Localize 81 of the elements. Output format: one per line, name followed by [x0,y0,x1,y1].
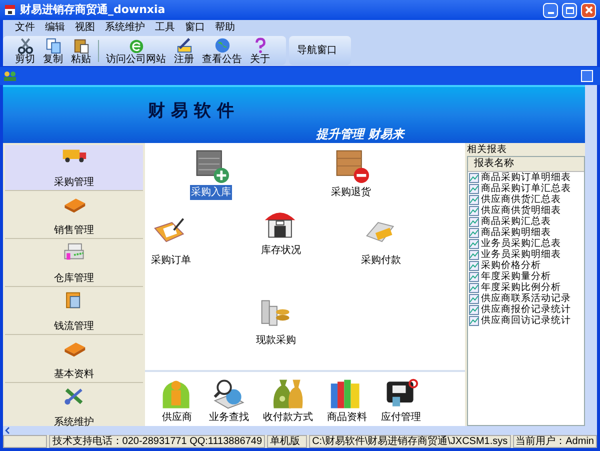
toolbar-button[interactable]: 注册 [170,36,198,64]
workspace-shortcut[interactable]: 采购付款 [360,215,402,268]
close-button[interactable] [581,2,596,18]
toolbar-button[interactable]: 剪切 [11,36,39,64]
clipboard-icon [72,36,90,54]
workspace-shortcut[interactable]: 采购订单 [150,215,192,268]
shortcut-button[interactable]: 收付款方式 [263,376,313,423]
status-text: 技术支持电话：020-28931771 QQ:1113886749 [49,435,266,448]
chart-icon [469,272,479,282]
toolbar-button[interactable]: 查看公告 [198,36,246,64]
window-title: 财易进销存商贸通_downxia [20,2,166,18]
menu-item[interactable]: 视图 [75,20,95,34]
menu-item[interactable]: 编辑 [45,20,65,34]
chart-icon [469,228,479,238]
report-item[interactable]: 商品采购订单汇总表 [468,183,584,194]
chart-icon [469,172,479,182]
minimize-button[interactable] [581,70,593,82]
chart-icon [469,294,479,304]
report-item[interactable]: 供应商供货汇总表 [468,194,584,205]
menu-item[interactable]: 工具 [155,20,175,34]
report-item[interactable]: 供应商联系活动记录 [468,293,584,304]
report-item[interactable]: 采购价格分析 [468,260,584,271]
shortcut-button[interactable]: 业务查找 [209,376,249,423]
app-icon [4,4,16,16]
shortcut-button[interactable]: 供应商 [159,376,195,423]
sidebar-item[interactable]: 钱流管理 [5,289,143,335]
scissors-icon [16,36,34,54]
report-item[interactable]: 供应商供货明细表 [468,205,584,216]
report-item[interactable]: 业务员采购明细表 [468,249,584,260]
column-header: 报表名称 [468,157,584,172]
report-item[interactable]: 业务员采购汇总表 [468,238,584,249]
report-item[interactable]: 商品采购明细表 [468,227,584,238]
chart-icon [469,216,479,226]
chart-icon [469,304,479,314]
nav-window-button[interactable]: 导航窗口 [297,43,337,58]
workspace-shortcut[interactable]: 现款采购 [255,295,297,348]
chart-icon [469,184,479,194]
menu-item[interactable]: 窗口 [185,20,205,34]
sidebar-item[interactable]: 采购管理 [5,145,143,191]
toolbar-button[interactable]: 访问公司网站 [102,36,170,64]
shortcut-button[interactable]: 商品资料 [327,376,367,423]
workspace-shortcut[interactable]: 采购退货 [330,147,372,200]
report-item[interactable]: 商品采购订单明细表 [468,172,584,183]
chart-icon [469,250,479,260]
workspace-shortcut[interactable]: 库存状况 [260,205,302,258]
banner-slogan: 提升管理 财易来 [316,126,404,143]
chart-icon [469,316,479,326]
menu-item[interactable]: 帮助 [215,20,235,34]
chart-icon [469,260,479,270]
shortcut-button[interactable]: 应付管理 [381,376,421,423]
pen-icon [176,36,192,54]
close-icon [584,6,592,14]
status-text: 当前用户：Admin [512,435,597,448]
banner-title: 财 易 软 件 [148,100,234,123]
status-panel [3,435,48,448]
chart-icon [469,194,479,204]
status-text: C:\财易软件\财易进销存商贸通\JXCSM1.sys [309,435,511,448]
toolbar-button[interactable]: 粘贴 [67,36,95,64]
report-item[interactable]: 供应商回访记录统计 [468,315,584,326]
menu-item[interactable]: 系统维护 [105,20,145,34]
globe-icon [214,36,230,54]
horizontal-scrollbar[interactable] [3,426,585,435]
people-icon [3,71,17,81]
report-item[interactable]: 供应商报价记录统计 [468,304,584,315]
workspace-shortcut[interactable]: 采购入库 [190,147,232,200]
report-item[interactable]: 年度采购比例分析 [468,282,584,293]
chart-icon [469,238,479,248]
copy-icon [44,36,62,54]
chart-icon [469,206,479,216]
reports-title: 相关报表 [466,143,508,156]
vertical-scrollbar[interactable] [585,85,597,435]
menu-item[interactable]: 文件 [15,20,35,34]
minimize-button[interactable] [543,2,558,18]
status-text: 单机版 [267,435,308,448]
report-item[interactable]: 商品采购汇总表 [468,216,584,227]
sidebar-item[interactable]: 仓库管理 [5,241,143,287]
report-item[interactable]: 年度采购量分析 [468,271,584,282]
chart-icon [469,282,479,292]
toolbar-button[interactable]: 关于 [246,36,274,64]
toolbar-button[interactable]: 复制 [39,36,67,64]
maximize-button[interactable] [562,2,577,18]
